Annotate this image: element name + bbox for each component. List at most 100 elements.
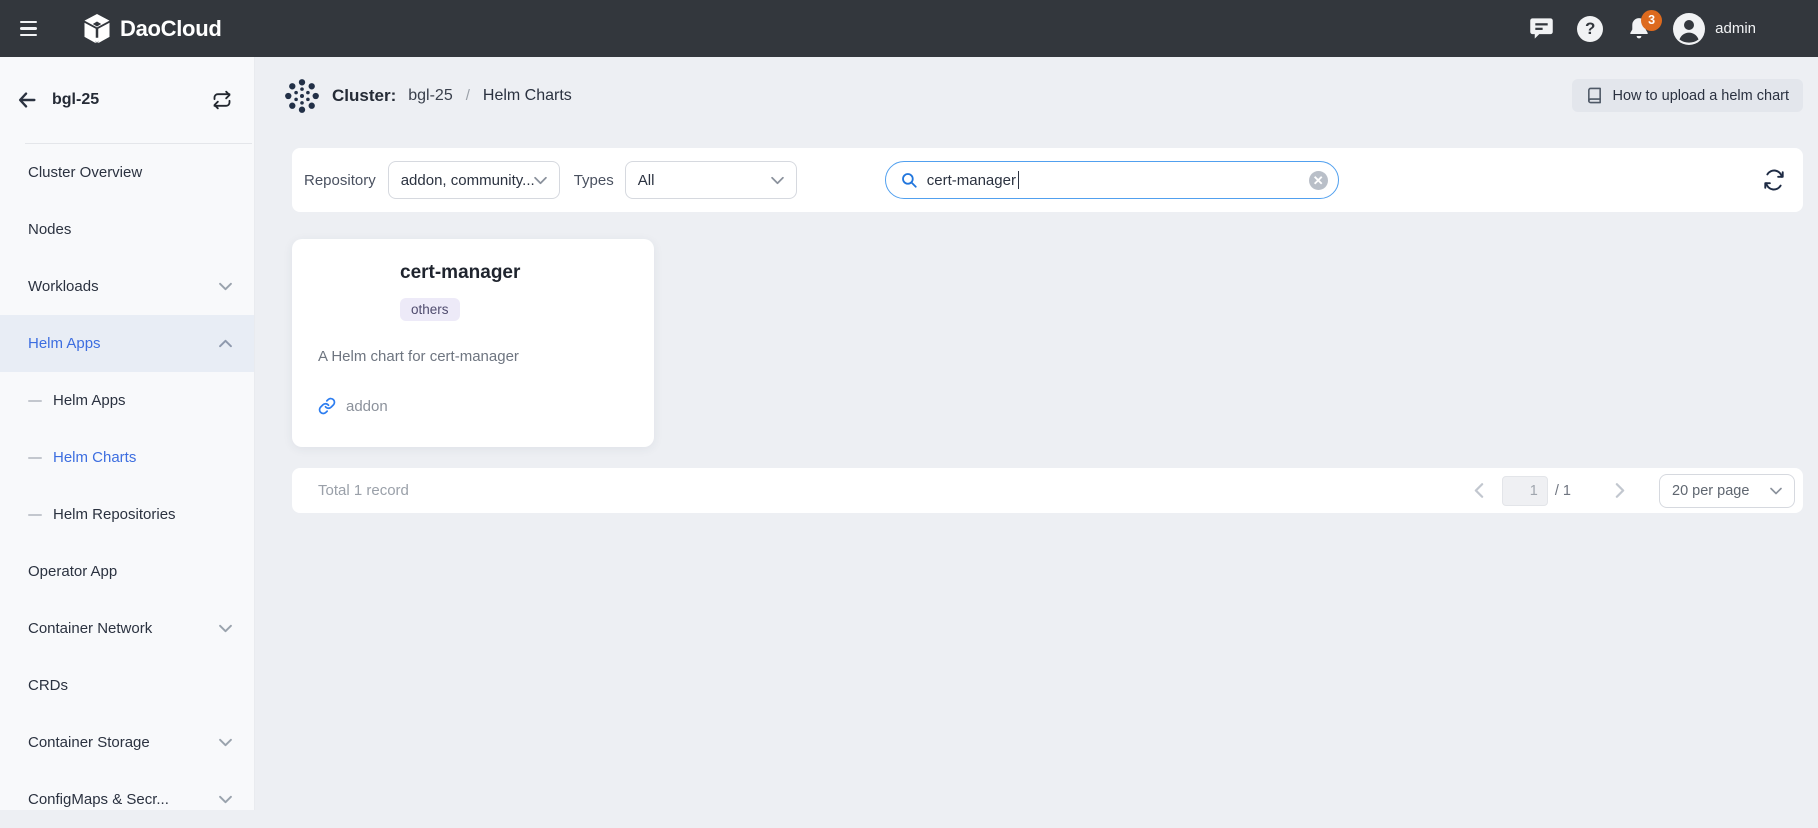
search-icon [900,171,918,189]
types-label: Types [574,172,614,189]
breadcrumb-separator: / [466,87,470,104]
chart-description: A Helm chart for cert-manager [318,348,519,365]
sidebar-item-cluster-overview[interactable]: Cluster Overview [0,144,254,201]
switch-icon [212,90,232,110]
sidebar-item-workloads[interactable]: Workloads [0,258,254,315]
sidebar-item-nodes[interactable]: Nodes [0,201,254,258]
page-size-select[interactable]: 20 per page [1659,474,1795,508]
chevron-up-icon [219,339,232,348]
chevron-down-icon [771,176,784,185]
chevron-down-icon [1770,487,1782,495]
chat-icon [1528,15,1555,42]
subitem-dash [28,400,42,402]
clear-search-button[interactable]: ✕ [1309,171,1328,190]
sidebar-item-configmaps-secrets[interactable]: ConfigMaps & Secr... [0,771,254,828]
types-value: All [638,172,655,189]
pagination-bar: Total 1 record 1 / 1 20 per page [292,468,1803,513]
repository-value: addon, community... [401,172,534,189]
book-icon [1586,87,1603,104]
how-to-upload-label: How to upload a helm chart [1612,88,1789,104]
sidebar-header: bgl-25 [0,57,254,143]
search-input[interactable]: cert-manager ✕ [885,161,1339,199]
sidebar-cluster-name: bgl-25 [52,91,99,109]
search-value: cert-manager [927,172,1016,189]
prev-page-button[interactable] [1470,479,1488,502]
brand-name: DaoCloud [120,16,221,42]
chevron-down-icon [219,795,232,804]
chart-repo-row: addon [318,397,388,415]
topbar: DaoCloud ? 3 [0,0,1818,57]
chevron-down-icon [534,176,547,185]
sidebar-item-operator-app[interactable]: Operator App [0,543,254,600]
page-header: Cluster: bgl-25 / Helm Charts How to upl… [256,57,1818,148]
sidebar-item-helm-apps-group[interactable]: Helm Apps [0,315,254,372]
pagination-controls: 1 / 1 20 per page [1470,474,1795,508]
sidebar-subitem-helm-apps[interactable]: Helm Apps [0,372,254,429]
notifications-button[interactable]: 3 [1623,13,1655,45]
back-button[interactable] [16,89,38,111]
sidebar-item-label: CRDs [28,677,68,694]
repository-label: Repository [304,172,376,189]
sidebar-subitem-helm-repositories[interactable]: Helm Repositories [0,486,254,543]
chevron-right-icon [1615,483,1625,498]
avatar-icon [1672,12,1706,46]
main-content: Cluster: bgl-25 / Helm Charts How to upl… [256,57,1818,810]
sidebar-item-label: Helm Repositories [53,506,176,523]
sidebar-nav: Cluster Overview Nodes Workloads Helm Ap… [0,144,254,828]
topbar-actions: ? 3 admin [1525,12,1818,46]
breadcrumb-cluster[interactable]: bgl-25 [408,87,452,105]
chevron-down-icon [219,624,232,633]
breadcrumb-label: Cluster: [332,86,396,106]
switch-cluster-button[interactable] [212,90,232,110]
how-to-upload-button[interactable]: How to upload a helm chart [1572,79,1803,112]
types-select[interactable]: All [625,161,797,199]
sidebar: bgl-25 Cluster Overview Nodes Workloads … [0,57,255,810]
page-number-input[interactable]: 1 [1502,476,1548,506]
user-menu[interactable]: admin [1672,12,1756,46]
sidebar-subitem-helm-charts[interactable]: Helm Charts [0,429,254,486]
cluster-dots-icon [283,77,321,115]
sidebar-item-crds[interactable]: CRDs [0,657,254,714]
subitem-dash [28,457,42,459]
sidebar-item-label: Helm Apps [53,392,126,409]
repository-select[interactable]: addon, community... [388,161,560,199]
sidebar-item-label: Workloads [28,278,99,295]
user-name: admin [1715,20,1756,37]
sidebar-item-container-storage[interactable]: Container Storage [0,714,254,771]
chart-title: cert-manager [400,262,520,284]
sidebar-item-container-network[interactable]: Container Network [0,600,254,657]
sidebar-item-label: Container Network [28,620,152,637]
sidebar-item-label: Helm Apps [28,335,101,352]
refresh-button[interactable] [1763,169,1785,191]
sidebar-item-label: Operator App [28,563,117,580]
chevron-left-icon [1474,483,1484,498]
notification-badge: 3 [1641,10,1662,31]
arrow-left-icon [16,89,38,111]
help-button[interactable]: ? [1574,13,1606,45]
helm-chart-card[interactable]: cert-manager others A Helm chart for cer… [292,239,654,447]
sidebar-item-label: Container Storage [28,734,150,751]
brand-logo[interactable]: DaoCloud [82,12,221,46]
page-size-value: 20 per page [1672,483,1749,499]
page-count: / 1 [1555,483,1571,499]
subitem-dash [28,514,42,516]
filter-bar: Repository addon, community... Types All… [292,148,1803,212]
chart-category-tag: others [400,298,460,321]
link-icon [318,397,336,415]
sidebar-item-label: Helm Charts [53,449,136,466]
daocloud-logo-icon [82,12,112,46]
next-page-button[interactable] [1611,479,1629,502]
sidebar-item-label: ConfigMaps & Secr... [28,791,169,808]
menu-toggle-button[interactable] [16,19,42,39]
chevron-down-icon [219,282,232,291]
chart-repo-name: addon [346,398,388,415]
sidebar-item-label: Cluster Overview [28,164,142,181]
text-caret [1018,171,1020,189]
chevron-down-icon [219,738,232,747]
sidebar-item-label: Nodes [28,221,71,238]
breadcrumb-page: Helm Charts [483,87,572,105]
total-records: Total 1 record [318,482,409,499]
messages-button[interactable] [1525,13,1557,45]
question-mark-icon: ? [1577,16,1603,42]
refresh-icon [1763,169,1785,191]
